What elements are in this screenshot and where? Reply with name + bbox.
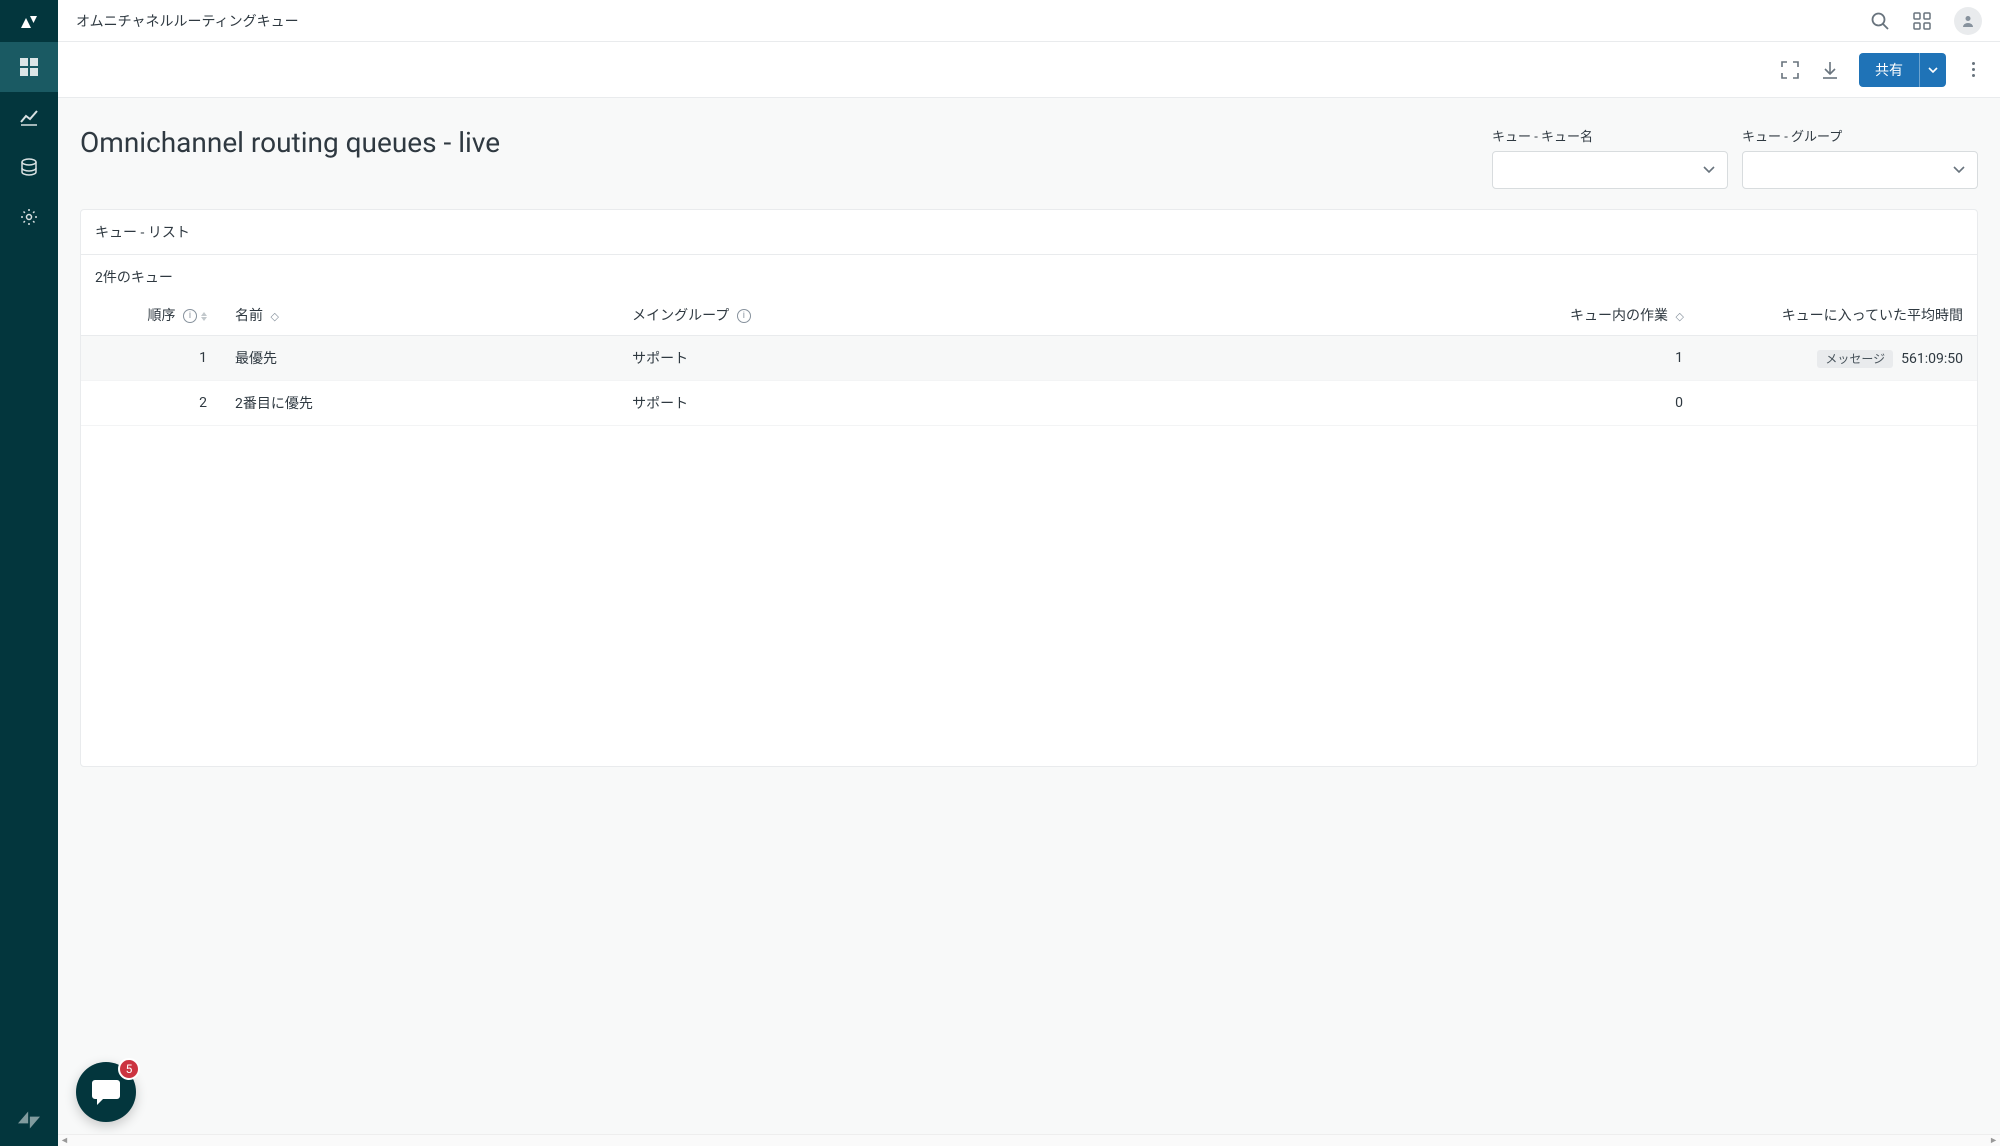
cell-work-in-queue: 0 (1168, 381, 1697, 426)
chat-badge: 5 (118, 1058, 140, 1080)
info-icon[interactable]: i (183, 309, 197, 323)
apps-icon[interactable] (1912, 11, 1932, 31)
chevron-down-icon (1703, 166, 1715, 174)
toolbar: 共有 (58, 42, 2000, 98)
th-avg-time-label: キューに入っていた平均時間 (1782, 308, 1963, 324)
chevron-down-icon (1953, 166, 1965, 174)
download-icon[interactable] (1819, 59, 1841, 81)
sort-icon[interactable] (201, 312, 207, 321)
cell-name: 2番目に優先 (221, 381, 618, 426)
more-icon[interactable] (1964, 58, 1982, 81)
th-order-label: 順序 (148, 308, 176, 324)
share-dropdown-button[interactable] (1919, 53, 1946, 87)
page-title: Omnichannel routing queues - live (80, 126, 500, 159)
queue-table: 順序 i 名前 ◇ (81, 295, 1977, 426)
cell-main-group: サポート (618, 336, 1168, 381)
filter-queue-name-select[interactable] (1492, 151, 1728, 189)
panel-count: 2件のキュー (81, 255, 1977, 295)
avg-time-value: 561:09:50 (1901, 351, 1963, 367)
th-avg-time[interactable]: キューに入っていた平均時間 (1697, 295, 1977, 336)
cell-main-group: サポート (618, 381, 1168, 426)
th-name[interactable]: 名前 ◇ (221, 295, 618, 336)
th-name-label: 名前 (235, 308, 263, 324)
filter-queue-group-label: キュー - グループ (1742, 126, 1978, 145)
table-row[interactable]: 22番目に優先サポート0 (81, 381, 1977, 426)
sidebar-item-datasets[interactable] (0, 142, 58, 192)
search-icon[interactable] (1870, 11, 1890, 31)
cell-work-in-queue: 1 (1168, 336, 1697, 381)
filter-queue-group-select[interactable] (1742, 151, 1978, 189)
th-order[interactable]: 順序 i (81, 295, 221, 336)
topbar: オムニチャネルルーティングキュー (58, 0, 2000, 42)
table-row[interactable]: 1最優先サポート1メッセージ561:09:50 (81, 336, 1977, 381)
app-logo[interactable] (0, 0, 58, 42)
cell-avg-time (1697, 381, 1977, 426)
share-button[interactable]: 共有 (1859, 53, 1919, 87)
sidebar-item-dashboard[interactable] (0, 42, 58, 92)
sort-icon[interactable]: ◇ (1676, 310, 1683, 323)
panel-header: キュー - リスト (81, 210, 1977, 255)
th-work-in-queue[interactable]: キュー内の作業 ◇ (1168, 295, 1697, 336)
chat-bubble[interactable]: 5 (76, 1062, 136, 1122)
sidebar-item-settings[interactable] (0, 192, 58, 242)
info-icon[interactable]: i (737, 309, 751, 323)
cell-order: 1 (81, 336, 221, 381)
user-avatar[interactable] (1954, 7, 1982, 35)
cell-name: 最優先 (221, 336, 618, 381)
filter-queue-name-label: キュー - キュー名 (1492, 126, 1728, 145)
sidebar (0, 0, 58, 1146)
zendesk-logo-icon (0, 1106, 58, 1146)
topbar-title: オムニチャネルルーティングキュー (76, 11, 299, 31)
expand-icon[interactable] (1779, 59, 1801, 81)
share-button-group: 共有 (1859, 53, 1946, 87)
sort-icon[interactable]: ◇ (270, 310, 277, 323)
channel-badge: メッセージ (1817, 350, 1893, 368)
th-main-group[interactable]: メイングループ i (618, 295, 1168, 336)
sidebar-item-reports[interactable] (0, 92, 58, 142)
cell-order: 2 (81, 381, 221, 426)
queue-list-panel: キュー - リスト 2件のキュー 順序 i (80, 209, 1978, 767)
th-main-group-label: メイングループ (632, 308, 729, 324)
th-work-label: キュー内の作業 (1570, 308, 1668, 324)
content-area: Omnichannel routing queues - live キュー - … (58, 98, 2000, 1146)
horizontal-scrollbar[interactable]: ◄► (58, 1134, 2000, 1146)
cell-avg-time: メッセージ 561:09:50 (1697, 336, 1977, 381)
